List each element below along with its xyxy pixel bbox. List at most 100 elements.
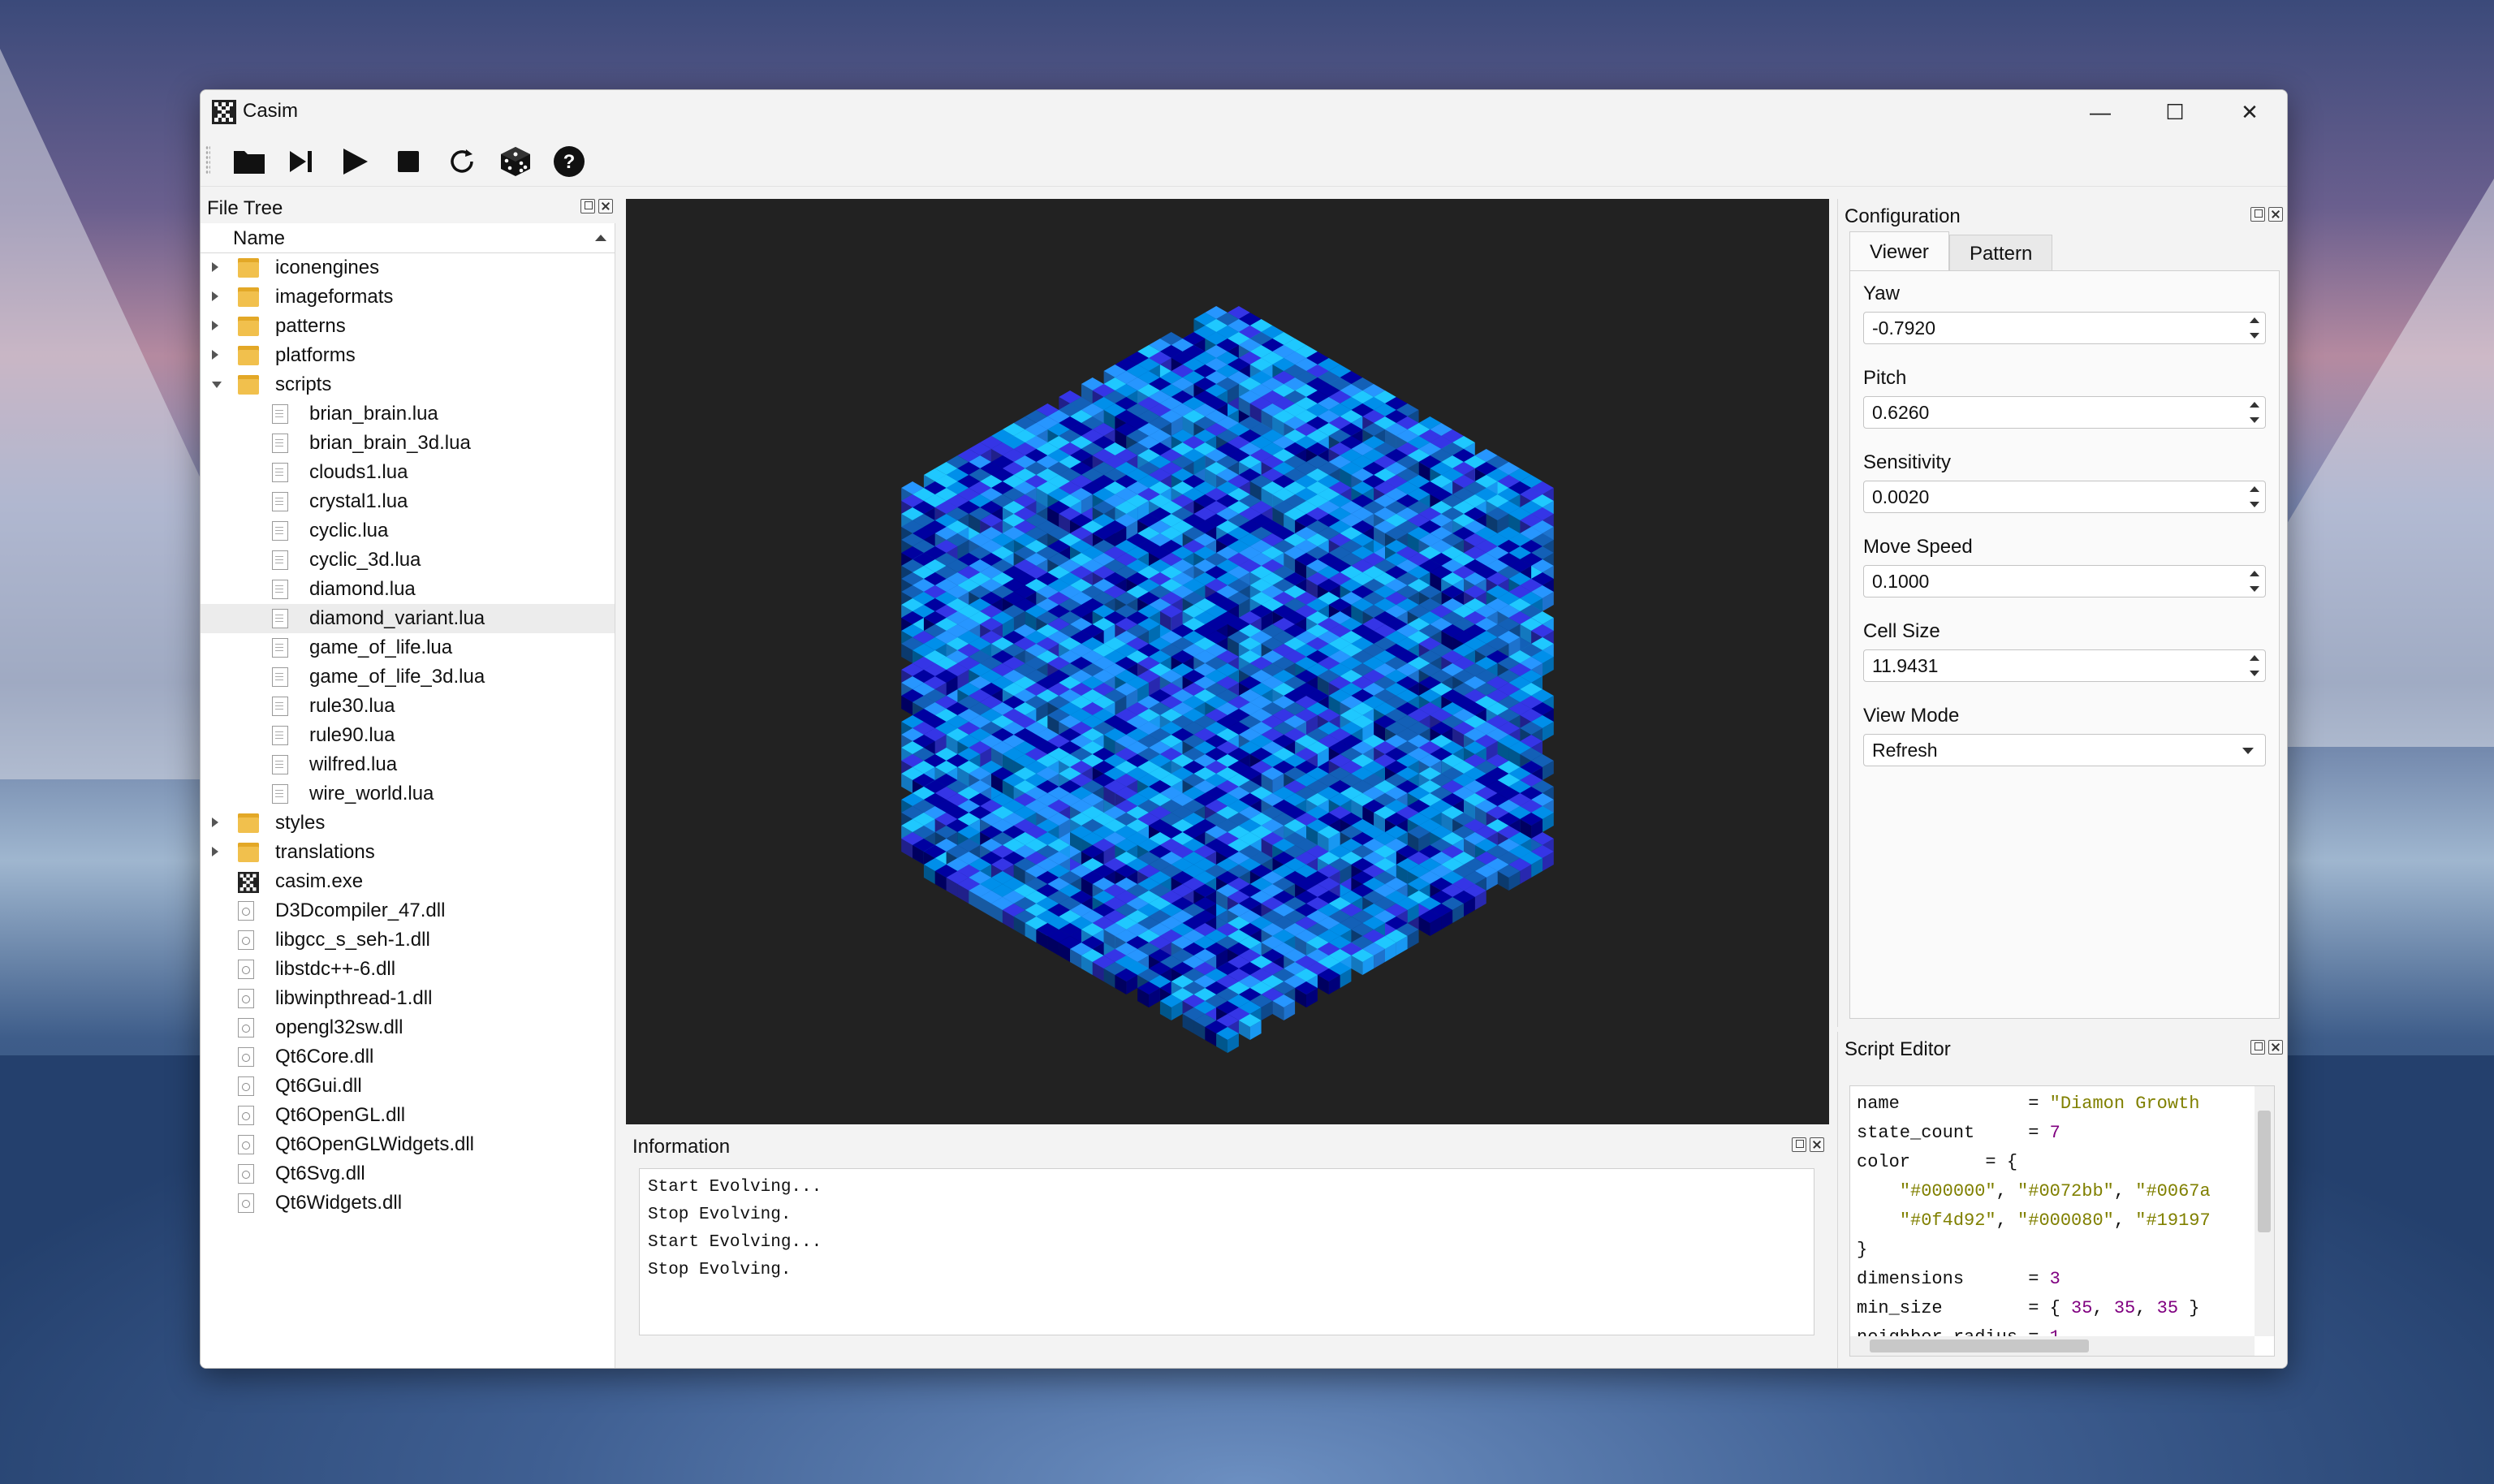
chevron-right-icon[interactable] [212, 262, 218, 272]
folder-icon [238, 813, 259, 833]
file-icon [272, 638, 288, 658]
tree-item-label: game_of_life_3d.lua [309, 666, 485, 688]
casim-logo-icon [212, 100, 236, 124]
tree-item-label: clouds1.lua [309, 461, 408, 483]
toolbar-grip[interactable] [205, 145, 210, 175]
chevron-down-icon[interactable] [212, 382, 222, 388]
tree-file-item[interactable]: libwinpthread-1.dll [201, 984, 615, 1013]
tree-item-label: imageformats [275, 286, 394, 308]
tree-item-label: translations [275, 841, 375, 863]
tree-folder-item[interactable]: patterns [201, 312, 615, 341]
tree-item-label: diamond.lua [309, 578, 416, 600]
tree-item-label: scripts [275, 373, 332, 395]
tree-file-item[interactable]: libgcc_s_seh-1.dll [201, 925, 615, 955]
tree-item-label: cyclic_3d.lua [309, 549, 421, 571]
sort-ascending-icon [595, 235, 606, 241]
play-button[interactable] [337, 144, 373, 179]
file-icon [272, 580, 288, 599]
tree-rows: iconengines imageformats patterns platforms… [201, 253, 615, 1218]
tree-item-label: wire_world.lua [309, 783, 434, 805]
library-file-icon [238, 1164, 254, 1184]
casim-logo-icon [238, 872, 259, 893]
tree-column-header[interactable]: Name [201, 223, 615, 253]
cell-viewer[interactable] [626, 199, 1829, 1124]
file-icon [272, 784, 288, 804]
library-file-icon [238, 1135, 254, 1154]
file-icon [272, 434, 288, 453]
tree-folder-item[interactable]: scripts [201, 370, 615, 399]
file-tree: Name iconengines imageformats patterns plat… [201, 223, 615, 1368]
tree-item-label: Qt6OpenGLWidgets.dll [275, 1133, 475, 1155]
tree-item-label: crystal1.lua [309, 490, 408, 512]
tree-file-item[interactable]: Qt6Core.dll [201, 1042, 615, 1072]
tree-folder-item[interactable]: translations [201, 838, 615, 867]
tree-file-item[interactable]: game_of_life_3d.lua [201, 662, 615, 692]
tree-file-item[interactable]: brian_brain.lua [201, 399, 615, 429]
tree-file-item[interactable]: diamond.lua [201, 575, 615, 604]
close-button[interactable]: ✕ [2212, 90, 2287, 134]
tree-file-item[interactable]: rule90.lua [201, 721, 615, 750]
chevron-right-icon[interactable] [212, 847, 218, 856]
file-icon [272, 463, 288, 482]
tree-file-item[interactable]: wilfred.lua [201, 750, 615, 779]
random-button[interactable] [498, 144, 533, 179]
tree-item-label: casim.exe [275, 870, 364, 892]
tree-item-label: Qt6Svg.dll [275, 1163, 365, 1184]
tree-file-item[interactable]: rule30.lua [201, 692, 615, 721]
app-window: Casim — ☐ ✕ ? File Tree Name iconengines… [200, 89, 2288, 1369]
file-tree-float-button[interactable] [580, 199, 595, 214]
folder-open-icon [234, 151, 265, 174]
chevron-right-icon[interactable] [212, 321, 218, 330]
help-button[interactable]: ? [551, 144, 587, 179]
folder-icon [238, 287, 259, 307]
tree-file-item[interactable]: diamond_variant.lua [201, 604, 615, 633]
tree-file-item[interactable]: Qt6OpenGLWidgets.dll [201, 1130, 615, 1159]
stop-icon [398, 151, 419, 172]
step-button[interactable] [283, 144, 319, 179]
tree-file-item[interactable]: clouds1.lua [201, 458, 615, 487]
minimize-button[interactable]: — [2063, 90, 2138, 134]
tree-folder-item[interactable]: imageformats [201, 283, 615, 312]
tree-item-label: rule90.lua [309, 724, 395, 746]
tree-folder-item[interactable]: platforms [201, 341, 615, 370]
tree-file-item[interactable]: casim.exe [201, 867, 615, 896]
tree-item-label: libgcc_s_seh-1.dll [275, 929, 430, 951]
tree-file-item[interactable]: Qt6OpenGL.dll [201, 1101, 615, 1130]
reload-button[interactable] [444, 144, 480, 179]
tree-file-item[interactable]: Qt6Gui.dll [201, 1072, 615, 1101]
folder-icon [238, 317, 259, 336]
tree-file-item[interactable]: game_of_life.lua [201, 633, 615, 662]
column-header-name: Name [233, 227, 286, 249]
tree-file-item[interactable]: Qt6Svg.dll [201, 1159, 615, 1188]
tree-item-label: D3Dcompiler_47.dll [275, 899, 446, 921]
tree-folder-item[interactable]: iconengines [201, 253, 615, 283]
file-icon [272, 726, 288, 745]
tree-item-label: Qt6Core.dll [275, 1046, 374, 1068]
tree-file-item[interactable]: Qt6Widgets.dll [201, 1188, 615, 1218]
dice-icon [501, 147, 530, 176]
tree-item-label: libstdc++-6.dll [275, 958, 396, 980]
reload-icon [451, 149, 473, 173]
tree-file-item[interactable]: wire_world.lua [201, 779, 615, 809]
tree-file-item[interactable]: brian_brain_3d.lua [201, 429, 615, 458]
stop-button[interactable] [390, 144, 426, 179]
file-icon [272, 697, 288, 716]
tree-item-label: Qt6Widgets.dll [275, 1192, 403, 1214]
folder-icon [238, 258, 259, 278]
tree-file-item[interactable]: D3Dcompiler_47.dll [201, 896, 615, 925]
tree-file-item[interactable]: libstdc++-6.dll [201, 955, 615, 984]
title-bar: Casim — ☐ ✕ [201, 90, 2287, 134]
file-tree-close-button[interactable] [598, 199, 613, 214]
tree-file-item[interactable]: cyclic.lua [201, 516, 615, 546]
open-folder-button[interactable] [231, 144, 267, 179]
tree-file-item[interactable]: cyclic_3d.lua [201, 546, 615, 575]
maximize-button[interactable]: ☐ [2138, 90, 2212, 134]
chevron-right-icon[interactable] [212, 350, 218, 360]
file-icon [272, 404, 288, 424]
tree-file-item[interactable]: opengl32sw.dll [201, 1013, 615, 1042]
chevron-right-icon[interactable] [212, 817, 218, 827]
chevron-right-icon[interactable] [212, 291, 218, 301]
tree-folder-item[interactable]: styles [201, 809, 615, 838]
library-file-icon [238, 930, 254, 950]
tree-file-item[interactable]: crystal1.lua [201, 487, 615, 516]
